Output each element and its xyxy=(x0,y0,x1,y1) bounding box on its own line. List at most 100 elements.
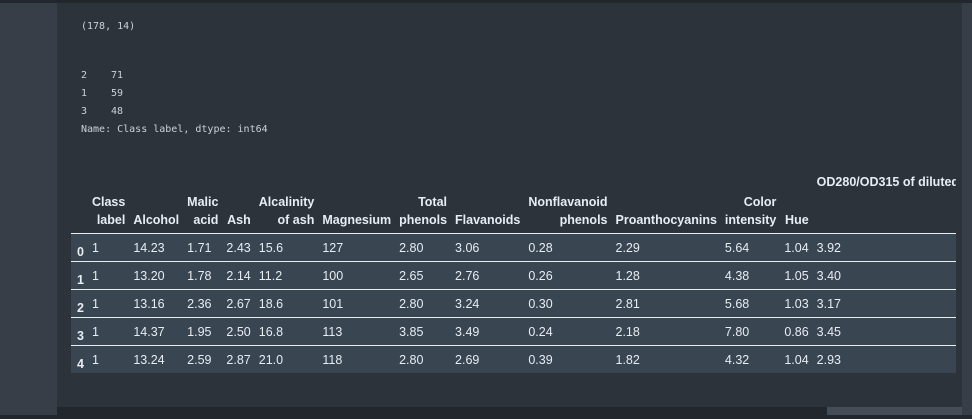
value-count-row: 1 59 xyxy=(81,85,268,103)
value-count-value: 71 xyxy=(111,70,124,81)
table-cell: 2.76 xyxy=(451,261,525,290)
table-cell: 1.05 xyxy=(780,261,813,290)
table-cell: 0.30 xyxy=(524,289,612,318)
table-cell: 2.80 xyxy=(395,345,452,373)
table-cell: 1.04 xyxy=(780,233,813,262)
table-cell: 21.0 xyxy=(254,345,319,373)
index-header xyxy=(71,165,88,234)
value-count-row: 2 71 xyxy=(81,67,268,85)
column-header: Color intensity xyxy=(724,195,777,227)
scrollbar-thumb[interactable] xyxy=(827,407,962,415)
table-cell: 0.24 xyxy=(524,317,612,346)
table-cell: 2.69 xyxy=(451,345,525,373)
table-cell: 11.2 xyxy=(254,261,319,290)
table-cell: 0.28 xyxy=(524,233,612,262)
table-cell: 16.8 xyxy=(254,317,319,346)
table-cell: 13.24 xyxy=(129,345,184,373)
table-cell: 14.23 xyxy=(129,233,184,262)
table-cell: 15.6 xyxy=(254,233,319,262)
column-header: Ash xyxy=(227,213,251,227)
table-cell: 3.40 xyxy=(812,261,956,290)
cell-output-area: (178, 14) 2 71 1 59 3 48 Name: Class label,… xyxy=(57,3,962,407)
column-header: Malic acid xyxy=(187,195,219,227)
table-cell: 118 xyxy=(318,345,396,373)
row-index: 1 xyxy=(71,261,88,290)
table-row: 3 1 14.37 1.95 2.50 16.8 113 3.85 3.49 0… xyxy=(71,317,956,346)
table-cell: 2.59 xyxy=(183,345,223,373)
table-cell: 100 xyxy=(318,261,396,290)
table-cell: 2.36 xyxy=(183,289,223,318)
column-header: Flavanoids xyxy=(455,213,521,227)
column-header: Proanthocyanins xyxy=(615,213,717,227)
table-cell: 7.80 xyxy=(720,317,781,346)
table-cell: 13.16 xyxy=(129,289,184,318)
table-cell: 2.65 xyxy=(395,261,452,290)
table-cell: 1.03 xyxy=(780,289,813,318)
table-cell: 2.80 xyxy=(395,233,452,262)
table-cell: 0.86 xyxy=(780,317,813,346)
value-count-value: 59 xyxy=(111,88,124,99)
table-cell: 1.28 xyxy=(611,261,721,290)
table-cell: 113 xyxy=(318,317,396,346)
table-cell: 1 xyxy=(87,345,130,373)
row-index: 3 xyxy=(71,317,88,346)
column-header: Alcalinity of ash xyxy=(258,195,315,227)
value-count-key: 2 xyxy=(81,70,88,81)
table-cell: 1 xyxy=(87,261,130,290)
table-cell: 2.14 xyxy=(222,261,255,290)
table-cell: 3.06 xyxy=(451,233,525,262)
table-cell: 3.92 xyxy=(812,233,956,262)
table-cell: 1.82 xyxy=(611,345,721,373)
bottom-border xyxy=(0,415,972,419)
table-cell: 2.80 xyxy=(395,289,452,318)
value-count-key: 3 xyxy=(81,106,88,117)
column-header: Total phenols xyxy=(399,195,448,227)
column-header: OD280/OD315 of diluted wines xyxy=(816,175,956,189)
column-header: Nonflavanoid phenols xyxy=(528,195,608,227)
table-cell: 3.49 xyxy=(451,317,525,346)
table-cell: 2.93 xyxy=(812,345,956,373)
dataframe-table: Class label Alcohol Malic acid Ash Alcalin… xyxy=(71,165,956,373)
table-cell: 13.20 xyxy=(129,261,184,290)
table-cell: 0.26 xyxy=(524,261,612,290)
table-cell: 4.32 xyxy=(720,345,781,373)
value-counts-output: 2 71 1 59 3 48 Name: Class label, dtype: in… xyxy=(81,67,268,139)
table-cell: 2.81 xyxy=(611,289,721,318)
table-cell: 2.43 xyxy=(222,233,255,262)
table-cell: 14.37 xyxy=(129,317,184,346)
row-index: 4 xyxy=(71,345,88,373)
table-header-row: Class label Alcohol Malic acid Ash Alcalin… xyxy=(71,165,956,234)
value-count-key: 1 xyxy=(81,88,88,99)
row-index: 0 xyxy=(71,233,88,262)
table-cell: 3.45 xyxy=(812,317,956,346)
table-cell: 0.39 xyxy=(524,345,612,373)
table-cell: 2.67 xyxy=(222,289,255,318)
table-cell: 2.87 xyxy=(222,345,255,373)
row-index: 2 xyxy=(71,289,88,318)
table-cell: 101 xyxy=(318,289,396,318)
dataframe-table-container: Class label Alcohol Malic acid Ash Alcalin… xyxy=(71,165,956,377)
table-cell: 5.68 xyxy=(720,289,781,318)
horizontal-scrollbar[interactable] xyxy=(57,407,962,415)
value-count-row: 3 48 xyxy=(81,103,268,121)
table-cell: 3.17 xyxy=(812,289,956,318)
shape-output: (178, 14) xyxy=(81,21,136,32)
table-cell: 2.18 xyxy=(611,317,721,346)
table-cell: 3.85 xyxy=(395,317,452,346)
table-cell: 1.71 xyxy=(183,233,223,262)
table-row: 4 1 13.24 2.59 2.87 21.0 118 2.80 2.69 0… xyxy=(71,345,956,373)
table-cell: 2.50 xyxy=(222,317,255,346)
value-counts-footer: Name: Class label, dtype: int64 xyxy=(81,124,268,135)
table-cell: 18.6 xyxy=(254,289,319,318)
value-count-value: 48 xyxy=(111,106,124,117)
column-header: Class label xyxy=(91,195,126,227)
table-cell: 1.04 xyxy=(780,345,813,373)
table-cell: 1 xyxy=(87,317,130,346)
table-cell: 1 xyxy=(87,289,130,318)
column-header: Alcohol xyxy=(133,213,180,227)
table-cell: 1.95 xyxy=(183,317,223,346)
table-cell: 5.64 xyxy=(720,233,781,262)
table-cell: 127 xyxy=(318,233,396,262)
table-row: 1 1 13.20 1.78 2.14 11.2 100 2.65 2.76 0… xyxy=(71,261,956,290)
table-row: 0 1 14.23 1.71 2.43 15.6 127 2.80 3.06 0… xyxy=(71,233,956,262)
